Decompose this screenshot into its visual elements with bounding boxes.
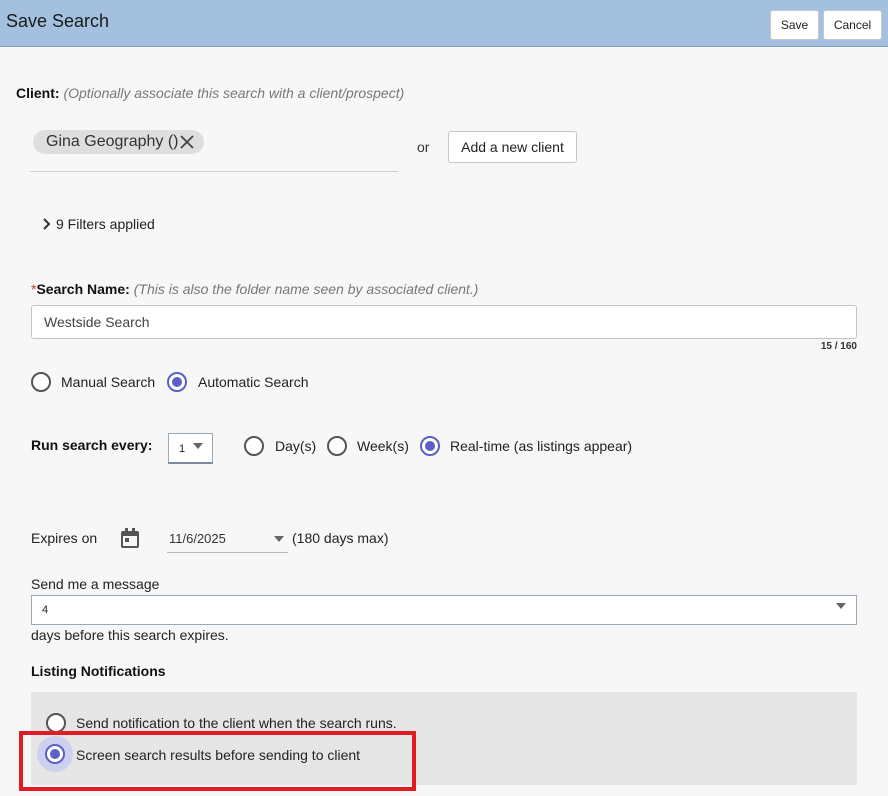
expires-max-note: (180 days max): [292, 530, 389, 546]
radio-days[interactable]: [244, 436, 264, 456]
run-every-label: Run search every:: [31, 437, 153, 453]
radio-automatic-search[interactable]: [167, 372, 187, 392]
or-text: or: [417, 139, 430, 155]
expires-date-select[interactable]: 11/6/2025: [167, 526, 288, 553]
chevron-right-icon: [43, 218, 51, 230]
expires-date-value: 11/6/2025: [169, 531, 226, 546]
client-label: Client:: [16, 85, 60, 101]
calendar-icon[interactable]: [120, 528, 140, 549]
run-frequency-value: 1: [179, 443, 186, 455]
dialog-header: Save Search Save Cancel: [0, 0, 888, 47]
expires-label: Expires on: [31, 530, 98, 546]
radio-manual-search-label: Manual Search: [61, 374, 156, 390]
radio-send-notification[interactable]: [46, 713, 66, 733]
radio-send-notification-label: Send notification to the client when the…: [76, 715, 397, 731]
radio-weeks-label: Week(s): [357, 438, 409, 454]
radio-automatic-search-label: Automatic Search: [198, 374, 309, 390]
search-name-hint: (This is also the folder name seen by as…: [133, 281, 479, 297]
client-chip: Gina Geography (): [33, 130, 204, 154]
message-label: Send me a message: [31, 576, 160, 592]
caret-down-icon: [193, 443, 203, 449]
search-name-label: Search Name:: [36, 281, 130, 297]
filters-label: 9 Filters applied: [56, 216, 155, 232]
client-label-row: Client: (Optionally associate this searc…: [16, 85, 404, 101]
cancel-button[interactable]: Cancel: [823, 10, 882, 40]
search-name-input[interactable]: [31, 305, 857, 339]
search-name-label-row: *Search Name: (This is also the folder n…: [31, 281, 478, 297]
dialog-title: Save Search: [6, 11, 110, 31]
client-chip-label: Gina Geography (): [46, 133, 179, 150]
client-input-underline: [30, 171, 398, 172]
highlight-box: [19, 731, 416, 791]
save-button[interactable]: Save: [770, 10, 819, 40]
radio-realtime-label: Real-time (as listings appear): [450, 438, 633, 454]
search-name-counter: 15 / 160: [820, 341, 857, 352]
add-client-button[interactable]: Add a new client: [448, 131, 577, 163]
message-days-select[interactable]: 4: [31, 595, 857, 625]
message-days-value: 4: [42, 604, 49, 616]
filters-toggle[interactable]: 9 Filters applied: [42, 216, 155, 232]
close-icon[interactable]: [179, 134, 195, 150]
client-hint: (Optionally associate this search with a…: [63, 85, 405, 101]
radio-manual-search[interactable]: [31, 372, 51, 392]
caret-down-icon: [274, 536, 284, 542]
radio-days-label: Day(s): [275, 438, 317, 454]
caret-down-icon: [836, 603, 846, 609]
listing-notifications-title: Listing Notifications: [31, 663, 166, 679]
run-frequency-select[interactable]: 1: [168, 433, 213, 464]
radio-weeks[interactable]: [327, 436, 347, 456]
radio-realtime[interactable]: [420, 436, 440, 456]
message-suffix: days before this search expires.: [31, 627, 229, 643]
